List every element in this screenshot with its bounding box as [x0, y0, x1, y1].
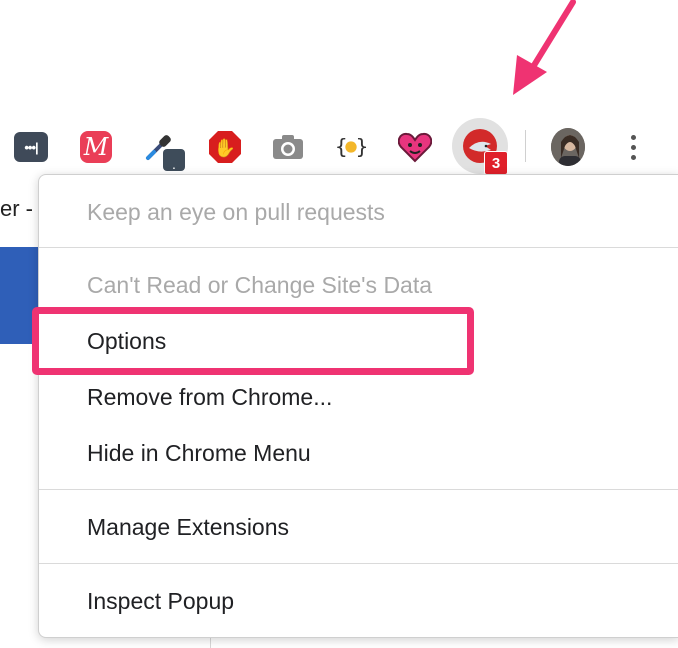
menu-divider — [39, 247, 678, 248]
menu-item-site-access: Can't Read or Change Site's Data — [87, 272, 433, 298]
stop-hand-icon: ✋ — [209, 131, 241, 163]
camera-icon — [273, 135, 303, 159]
annotation-arrow — [513, 0, 576, 95]
chrome-menu-button[interactable] — [618, 130, 648, 164]
json-viewer-extension-icon[interactable]: { } — [334, 130, 368, 164]
json-braces-icon: { } — [335, 135, 368, 159]
eyedropper-extension-icon[interactable]: . — [142, 130, 185, 171]
adblock-extension-icon[interactable]: ✋ — [208, 130, 242, 164]
toolbar-separator — [525, 130, 526, 162]
options-highlight-box — [32, 307, 474, 375]
extension-badge-count: 3 — [484, 151, 508, 175]
svg-text:✋: ✋ — [214, 137, 236, 159]
menu-item-manage-extensions[interactable]: Manage Extensions — [87, 514, 289, 541]
menu-divider — [39, 489, 678, 490]
background-tab-text: er - — [0, 196, 33, 221]
menu-item-inspect-popup[interactable]: Inspect Popup — [87, 588, 234, 615]
svg-text:}: } — [356, 135, 368, 159]
menu-item-hide-in-chrome-menu[interactable]: Hide in Chrome Menu — [87, 440, 311, 467]
kebab-menu-icon — [630, 134, 636, 160]
lastpass-extension-icon[interactable]: •••| — [14, 130, 48, 164]
eyedropper-badge: . — [163, 149, 185, 171]
heart-extension-icon[interactable] — [398, 130, 432, 164]
heart-cat-icon — [398, 132, 432, 163]
extension-context-menu: Keep an eye on pull requests Can't Read … — [38, 174, 678, 638]
menu-divider — [39, 563, 678, 564]
profile-avatar[interactable] — [551, 128, 585, 166]
menu-item-extension-name: Keep an eye on pull requests — [87, 199, 385, 225]
avatar — [551, 128, 585, 166]
screenshot-extension-icon[interactable] — [271, 130, 305, 164]
extensions-toolbar: •••| M . ✋ { } — [0, 118, 678, 174]
menu-item-remove-from-chrome[interactable]: Remove from Chrome... — [87, 384, 332, 411]
m-extension-icon[interactable]: M — [79, 130, 113, 164]
